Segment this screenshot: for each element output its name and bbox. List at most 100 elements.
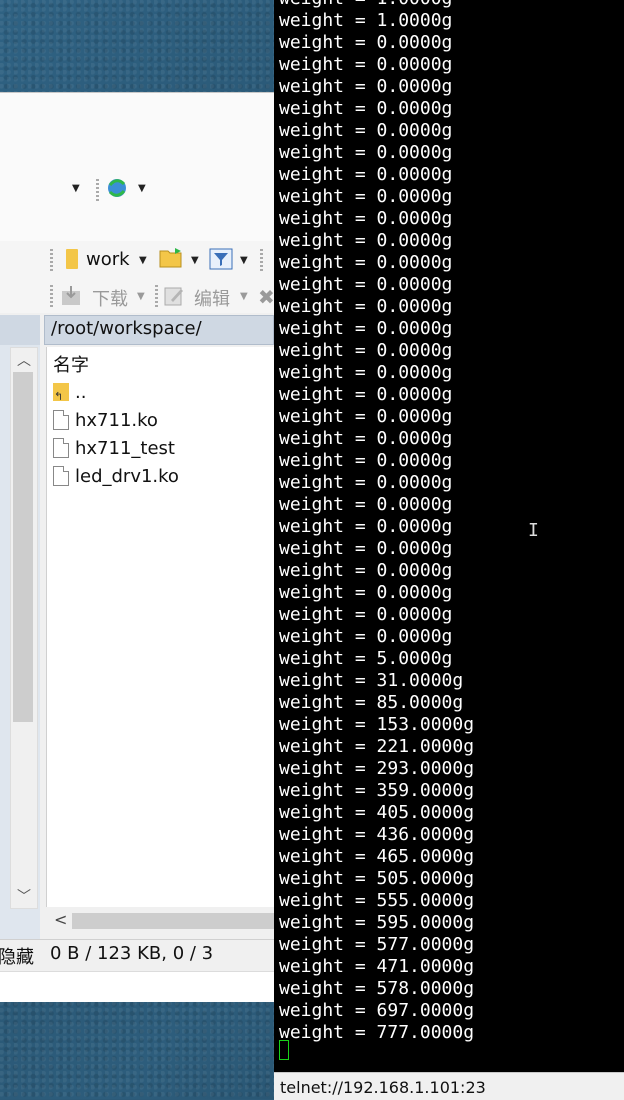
- toolbar-grip[interactable]: [96, 179, 99, 201]
- terminal-line: weight = 555.0000g: [279, 890, 475, 911]
- terminal-line: weight = 0.0000g: [279, 32, 453, 53]
- column-header-name[interactable]: 名字: [53, 351, 89, 377]
- terminal-line: weight = 0.0000g: [279, 54, 453, 75]
- file-icon: [53, 438, 69, 458]
- list-item[interactable]: hx711.ko: [53, 407, 158, 433]
- delete-icon[interactable]: ✖: [258, 285, 275, 309]
- scrollbar-thumb[interactable]: [72, 913, 274, 929]
- terminal-line: weight = 465.0000g: [279, 846, 475, 867]
- chevron-down-icon[interactable]: ▼: [240, 291, 248, 302]
- terminal-line: weight = 85.0000g: [279, 692, 464, 713]
- download-icon: [62, 286, 80, 305]
- terminal-line: weight = 1.0000g: [279, 10, 453, 31]
- terminal-line: weight = 1.0000g: [279, 0, 452, 10]
- file-manager-footer: [0, 971, 274, 1002]
- toolbar-grip[interactable]: [260, 249, 263, 271]
- terminal-line: weight = 153.0000g: [279, 714, 475, 735]
- terminal-line: weight = 0.0000g: [279, 428, 453, 449]
- chevron-down-icon[interactable]: ▼: [138, 183, 146, 194]
- terminal-line: weight = 505.0000g: [279, 868, 475, 889]
- edit-button[interactable]: 编辑: [194, 285, 230, 311]
- terminal-line: weight = 0.0000g: [279, 516, 453, 537]
- terminal-line: weight = 0.0000g: [279, 626, 453, 647]
- terminal-line: weight = 578.0000g: [279, 978, 475, 999]
- horizontal-scrollbar[interactable]: <: [46, 909, 274, 933]
- chevron-down-icon[interactable]: ▼: [240, 255, 248, 266]
- terminal-line: weight = 5.0000g: [279, 648, 453, 669]
- folder-icon: [66, 249, 78, 269]
- network-sync-icon[interactable]: [104, 175, 130, 201]
- file-name: hx711_test: [75, 437, 175, 459]
- terminal-line: weight = 221.0000g: [279, 736, 475, 757]
- terminal-cursor: [279, 1040, 289, 1060]
- terminal-line: weight = 0.0000g: [279, 318, 453, 339]
- terminal-line: weight = 293.0000g: [279, 758, 475, 779]
- terminal-line: weight = 0.0000g: [279, 494, 453, 515]
- terminal-line: weight = 595.0000g: [279, 912, 475, 933]
- terminal-line: weight = 777.0000g: [279, 1022, 475, 1043]
- terminal-output[interactable]: weight = 1.0000gweight = 1.0000gweight =…: [274, 0, 624, 1072]
- work-bookmark-button[interactable]: work: [86, 249, 130, 270]
- terminal-line: weight = 0.0000g: [279, 120, 453, 141]
- terminal-line: weight = 0.0000g: [279, 362, 453, 383]
- terminal-line: weight = 577.0000g: [279, 934, 475, 955]
- file-name: led_drv1.ko: [75, 465, 179, 487]
- vertical-scrollbar[interactable]: ︿ ﹀: [10, 347, 38, 909]
- file-icon: [53, 410, 69, 430]
- selection-info: 0 B / 123 KB, 0 / 3: [50, 943, 214, 964]
- edit-icon: [164, 287, 183, 306]
- terminal-line: weight = 31.0000g: [279, 670, 464, 691]
- file-name: ..: [75, 381, 87, 403]
- path-bar[interactable]: /root/workspace/: [44, 315, 274, 345]
- parent-folder-icon: ↰: [53, 383, 69, 403]
- toolbar-grip[interactable]: [155, 285, 158, 307]
- terminal-line: weight = 405.0000g: [279, 802, 475, 823]
- toolbar-grip[interactable]: [50, 285, 53, 307]
- file-list: 名字 ↰ .. hx711.ko hx711_test led_drv1.ko: [46, 347, 275, 907]
- list-item[interactable]: led_drv1.ko: [53, 463, 179, 489]
- scroll-up-icon[interactable]: ︿: [17, 350, 31, 370]
- terminal-line: weight = 0.0000g: [279, 98, 453, 119]
- scrollbar-thumb[interactable]: [13, 372, 33, 722]
- terminal-line: weight = 471.0000g: [279, 956, 475, 977]
- terminal-line: weight = 0.0000g: [279, 538, 453, 559]
- toolbar-grip[interactable]: [50, 249, 53, 271]
- terminal-line: weight = 0.0000g: [279, 142, 453, 163]
- terminal-line: weight = 697.0000g: [279, 1000, 475, 1021]
- file-name: hx711.ko: [75, 409, 158, 431]
- terminal-line: weight = 0.0000g: [279, 582, 453, 603]
- left-pane-header: [0, 315, 40, 345]
- terminal-line: weight = 0.0000g: [279, 230, 453, 251]
- file-icon: [53, 466, 69, 486]
- chevron-down-icon[interactable]: ▼: [72, 183, 80, 194]
- status-bar: 隐藏 0 B / 123 KB, 0 / 3: [0, 939, 274, 970]
- terminal-line: weight = 0.0000g: [279, 164, 453, 185]
- terminal-line: weight = 0.0000g: [279, 472, 453, 493]
- chevron-down-icon[interactable]: ▼: [191, 255, 199, 266]
- terminal-line: weight = 0.0000g: [279, 560, 453, 581]
- terminal-line: weight = 0.0000g: [279, 296, 453, 317]
- terminal-line: weight = 436.0000g: [279, 824, 475, 845]
- terminal-line: weight = 0.0000g: [279, 406, 453, 427]
- file-manager-window: ▼ ▼ work ▼ ▼ ▼ 下载 ▼ 编辑 ▼ ✖ ︿ ﹀ /root/wor…: [0, 92, 275, 1002]
- terminal-line: weight = 0.0000g: [279, 604, 453, 625]
- filter-icon[interactable]: [209, 248, 233, 270]
- terminal-line: weight = 0.0000g: [279, 450, 453, 471]
- terminal-status-bar: telnet://192.168.1.101:23: [274, 1072, 624, 1100]
- terminal-line: weight = 0.0000g: [279, 340, 453, 361]
- open-folder-icon[interactable]: [159, 247, 185, 269]
- download-button[interactable]: 下载: [92, 285, 128, 311]
- text-cursor-icon: I: [528, 520, 539, 541]
- chevron-down-icon[interactable]: ▼: [139, 255, 147, 266]
- terminal-line: weight = 0.0000g: [279, 384, 453, 405]
- scroll-left-icon[interactable]: <: [54, 910, 67, 929]
- terminal-line: weight = 0.0000g: [279, 252, 453, 273]
- hidden-files-toggle[interactable]: 隐藏: [0, 943, 34, 969]
- terminal-line: weight = 359.0000g: [279, 780, 475, 801]
- chevron-down-icon[interactable]: ▼: [137, 291, 145, 302]
- file-manager-upper-panel: ▼ ▼: [0, 93, 274, 242]
- list-item[interactable]: hx711_test: [53, 435, 175, 461]
- scroll-down-icon[interactable]: ﹀: [17, 886, 31, 906]
- list-item[interactable]: ↰ ..: [53, 379, 86, 405]
- terminal-line: weight = 0.0000g: [279, 76, 453, 97]
